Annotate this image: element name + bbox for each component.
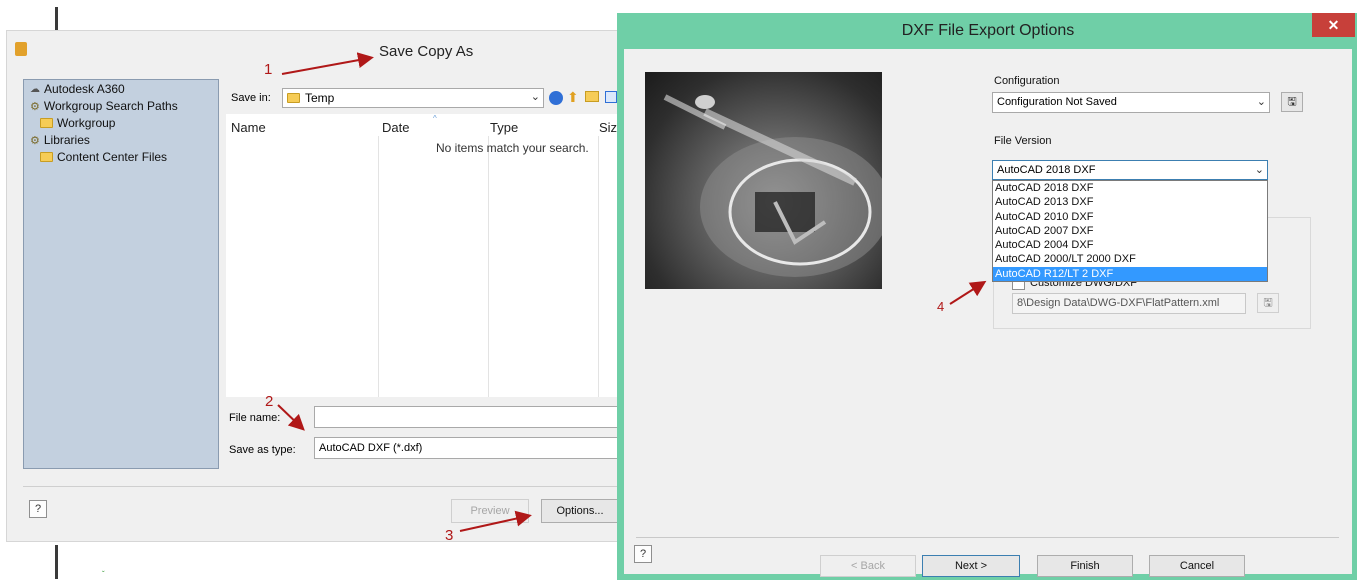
preview-graphic <box>663 94 882 277</box>
column-divider <box>598 136 599 397</box>
file-version-select[interactable]: AutoCAD 2018 DXF ⌄ <box>992 160 1268 180</box>
left-edge-line-bottom <box>55 545 58 579</box>
save-in-value: Temp <box>305 91 335 105</box>
folder-icon <box>287 93 300 103</box>
next-button[interactable]: Next > <box>922 555 1020 577</box>
annotation-number-2: 2 <box>265 393 274 410</box>
view-menu-icon[interactable] <box>605 91 617 103</box>
help-button[interactable]: ? <box>634 545 652 563</box>
file-list[interactable]: Name Date Type Siz ^ No items match your… <box>226 114 622 397</box>
places-panel: ☁ Autodesk A360 ⚙ Workgroup Search Paths… <box>23 79 219 469</box>
back-button[interactable]: < Back <box>820 555 916 577</box>
version-option[interactable]: AutoCAD 2010 DXF <box>993 210 1267 224</box>
chevron-down-icon: ⌄ <box>1256 96 1266 108</box>
sort-indicator-icon: ^ <box>433 114 437 123</box>
version-option-selected[interactable]: AutoCAD R12/LT 2 DXF <box>993 266 1267 282</box>
version-option[interactable]: AutoCAD 2013 DXF <box>993 195 1267 209</box>
file-name-label: File name: <box>229 412 281 424</box>
small-green-mark: ˇ <box>102 570 105 579</box>
new-folder-icon[interactable] <box>585 91 599 102</box>
mapping-file-path: 8\Design Data\DWG-DXF\FlatPattern.xml <box>1012 293 1246 314</box>
annotation-number-3: 3 <box>445 527 454 544</box>
place-workgroup-label: Workgroup <box>57 116 116 130</box>
version-option[interactable]: AutoCAD 2000/LT 2000 DXF <box>993 252 1267 266</box>
configuration-select[interactable]: Configuration Not Saved ⌄ <box>992 92 1270 113</box>
file-version-label: File Version <box>994 135 1052 147</box>
dxf-client-area: Configuration Configuration Not Saved ⌄ … <box>624 49 1352 577</box>
chevron-down-icon: ⌄ <box>1254 164 1264 176</box>
gear-icon: ⚙ <box>30 134 40 147</box>
annotation-number-4: 4 <box>937 299 945 314</box>
cloud-icon: ☁ <box>30 83 40 95</box>
save-copy-as-dialog: Save Copy As ☁ Autodesk A360 ⚙ Workgroup… <box>6 30 624 542</box>
column-type[interactable]: Type <box>490 120 518 135</box>
place-libraries[interactable]: ⚙ Libraries <box>30 133 90 147</box>
file-name-input[interactable] <box>314 406 624 428</box>
preview-button[interactable]: Preview <box>451 499 529 523</box>
mapping-file-path-value: 8\Design Data\DWG-DXF\FlatPattern.xml <box>1017 297 1220 309</box>
column-size[interactable]: Siz <box>599 120 617 135</box>
folder-icon <box>40 118 53 128</box>
column-divider <box>378 136 379 397</box>
save-configuration-button[interactable]: 🖫 <box>1281 92 1303 112</box>
dxf-title-bar[interactable]: DXF File Export Options ✕ <box>617 13 1357 49</box>
preview-image <box>645 72 882 289</box>
place-search-paths-label: Workgroup Search Paths <box>43 99 178 113</box>
configuration-value: Configuration Not Saved <box>997 96 1117 108</box>
save-config-icon: 🖫 <box>1287 95 1297 108</box>
place-libraries-label: Libraries <box>43 133 90 147</box>
version-option[interactable]: AutoCAD 2007 DXF <box>993 224 1267 238</box>
column-divider <box>488 136 489 397</box>
place-workgroup-search-paths[interactable]: ⚙ Workgroup Search Paths <box>30 99 178 113</box>
close-button[interactable]: ✕ <box>1312 13 1355 37</box>
browse-icon: 🖫 <box>1263 296 1273 309</box>
save-in-label: Save in: <box>231 92 271 104</box>
bottom-divider <box>636 537 1339 538</box>
finish-button[interactable]: Finish <box>1037 555 1133 577</box>
column-date[interactable]: Date <box>382 120 409 135</box>
gear-icon: ⚙ <box>30 100 40 113</box>
save-dialog-title: Save Copy As <box>379 43 474 60</box>
left-edge-line-top <box>55 7 58 30</box>
inventor-app-icon <box>15 42 27 56</box>
cancel-button[interactable]: Cancel <box>1149 555 1245 577</box>
up-folder-icon[interactable]: ⬆ <box>567 89 579 106</box>
bottom-divider <box>23 486 618 487</box>
options-button[interactable]: Options... <box>541 499 619 523</box>
back-arrow-icon[interactable] <box>549 91 563 105</box>
place-content-center-files[interactable]: Content Center Files <box>40 150 167 164</box>
chevron-down-icon: ⌄ <box>530 91 540 103</box>
browse-mapping-button[interactable]: 🖫 <box>1257 293 1279 313</box>
place-content-center-label: Content Center Files <box>57 150 168 164</box>
save-in-combo[interactable]: Temp ⌄ <box>282 88 544 108</box>
configuration-label: Configuration <box>994 75 1060 87</box>
place-a360-label: Autodesk A360 <box>44 82 125 96</box>
empty-list-message: No items match your search. <box>436 141 589 155</box>
column-name[interactable]: Name <box>231 120 266 135</box>
save-as-type-value: AutoCAD DXF (*.dxf) <box>319 442 423 454</box>
annotation-number-1: 1 <box>264 61 273 78</box>
version-option[interactable]: AutoCAD 2018 DXF <box>993 181 1267 195</box>
place-workgroup[interactable]: Workgroup <box>40 116 115 130</box>
save-as-type-label: Save as type: <box>229 444 296 456</box>
dxf-export-dialog: DXF File Export Options ✕ Configuration … <box>617 13 1357 580</box>
help-button[interactable]: ? <box>29 500 47 518</box>
dxf-dialog-title: DXF File Export Options <box>901 22 1075 39</box>
version-option[interactable]: AutoCAD 2004 DXF <box>993 238 1267 252</box>
folder-icon <box>40 152 53 162</box>
place-autodesk-a360[interactable]: ☁ Autodesk A360 <box>30 82 125 96</box>
save-as-type-select[interactable]: AutoCAD DXF (*.dxf) <box>314 437 624 459</box>
file-version-dropdown-list[interactable]: AutoCAD 2018 DXF AutoCAD 2013 DXF AutoCA… <box>992 180 1268 282</box>
file-version-value: AutoCAD 2018 DXF <box>997 164 1096 176</box>
